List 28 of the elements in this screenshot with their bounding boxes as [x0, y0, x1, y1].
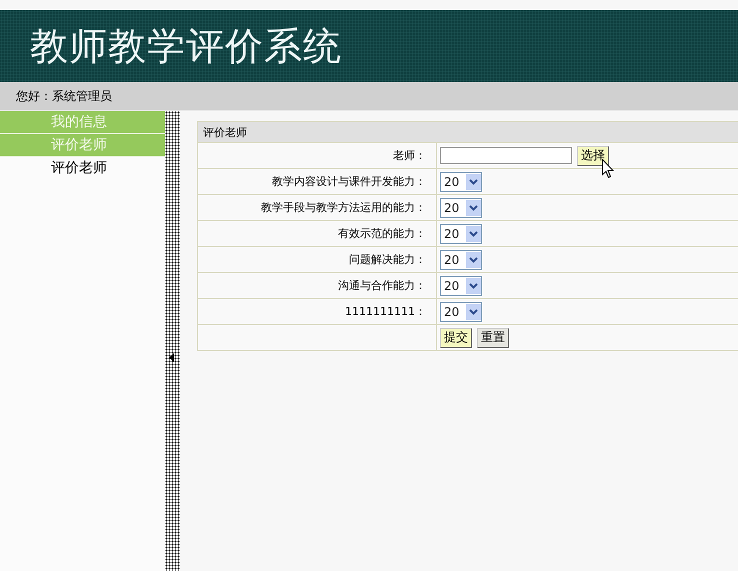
field-label: 老师： [198, 142, 436, 168]
system-title: 教师教学评价系统 [30, 22, 342, 70]
score-dropdown[interactable]: 20 [440, 302, 482, 322]
chevron-down-icon[interactable] [469, 308, 478, 314]
collapse-arrow-icon[interactable] [169, 353, 174, 362]
field-label: 问题解决能力： [198, 246, 436, 272]
splitter-bar[interactable] [165, 111, 180, 571]
field-label: 教学内容设计与课件开发能力： [198, 168, 436, 194]
chevron-down-icon[interactable] [469, 256, 478, 262]
chevron-down-icon[interactable] [469, 282, 478, 288]
form-title: 评价老师 [198, 122, 738, 142]
field-label: 沟通与合作能力： [198, 272, 436, 298]
teacher-input-field[interactable] [440, 147, 572, 164]
greeting-text: 您好：系统管理员 [16, 88, 112, 104]
score-dropdown[interactable]: 20 [440, 198, 482, 218]
select-button[interactable]: 选择 [577, 146, 609, 166]
submit-button[interactable]: 提交 [440, 328, 472, 348]
score-dropdown[interactable]: 20 [440, 172, 482, 192]
score-dropdown[interactable]: 20 [440, 224, 482, 244]
reset-button[interactable]: 重置 [477, 328, 509, 348]
chevron-down-icon[interactable] [469, 178, 478, 184]
score-dropdown[interactable]: 20 [440, 250, 482, 270]
score-dropdown[interactable]: 20 [440, 276, 482, 296]
field-label: 教学手段与教学方法运用的能力： [198, 194, 436, 220]
field-label: 有效示范的能力： [198, 220, 436, 246]
chevron-down-icon[interactable] [469, 204, 478, 210]
chevron-down-icon[interactable] [469, 230, 478, 236]
field-label: 1111111111： [198, 298, 436, 324]
